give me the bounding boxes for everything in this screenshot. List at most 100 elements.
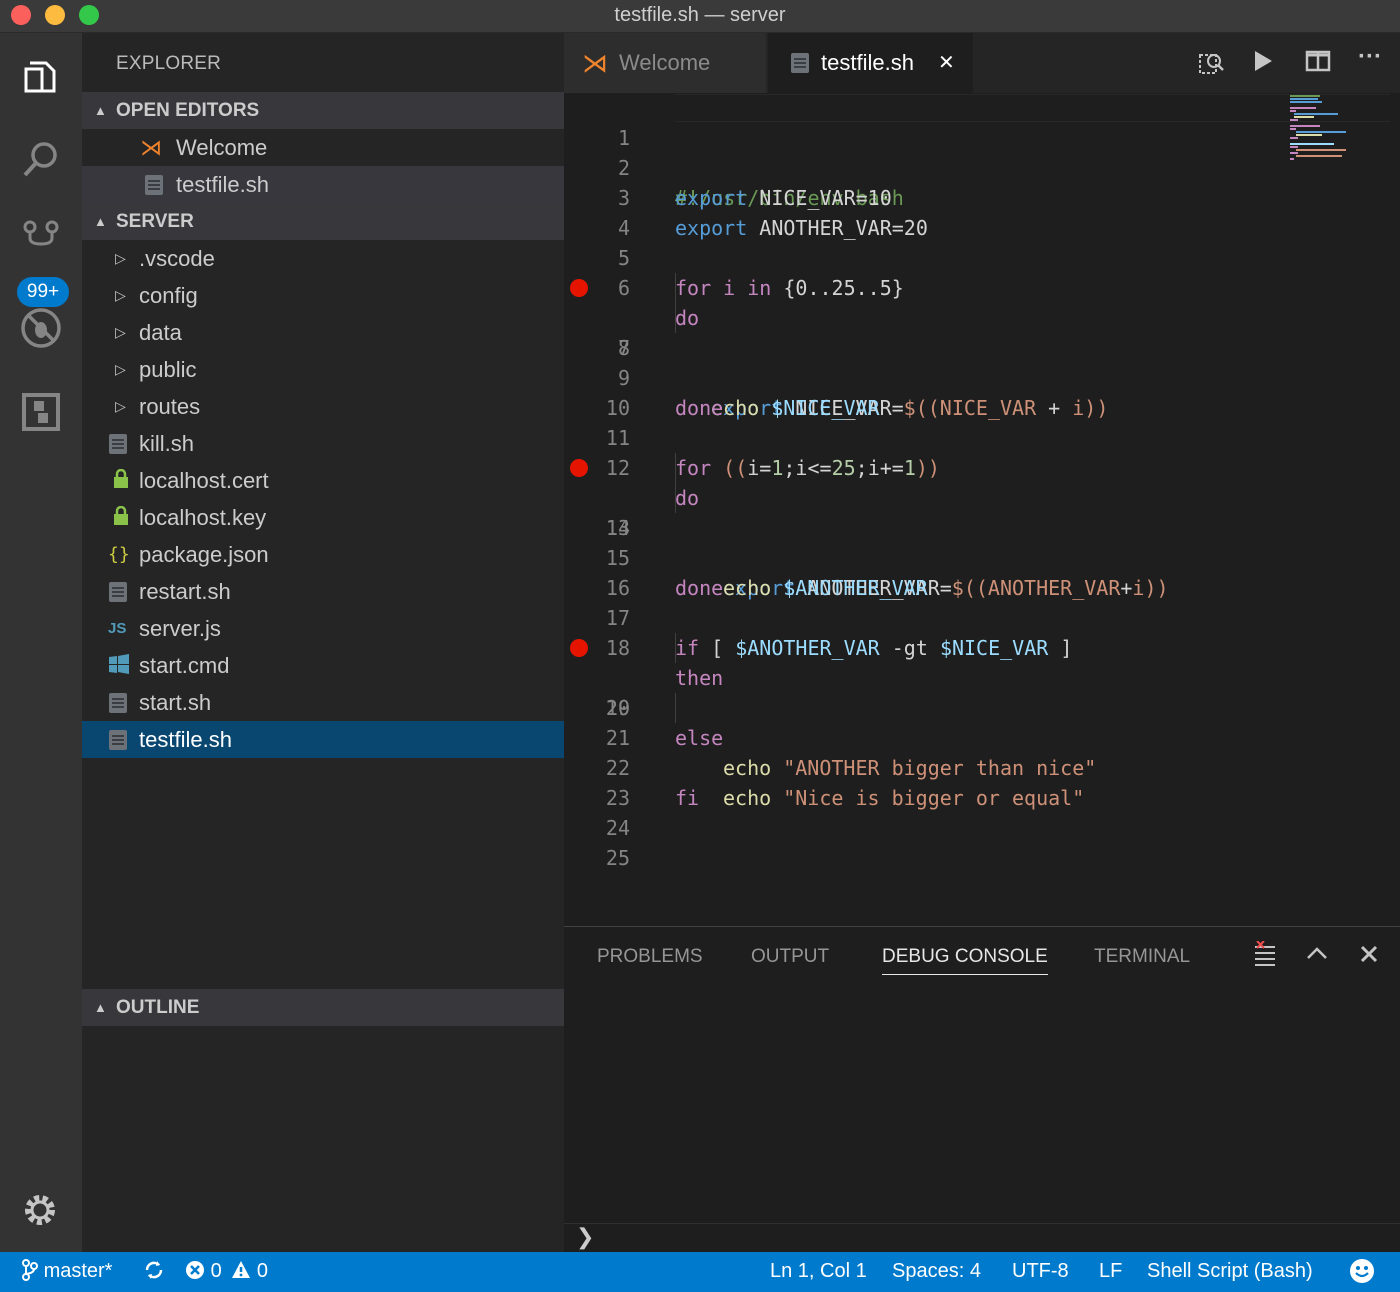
split-editor-icon[interactable] [1305,49,1331,79]
server-folder-header[interactable]: ▲ SERVER [82,203,564,240]
sidebar-title: EXPLORER [116,53,222,74]
open-editors-header[interactable]: ▲ OPEN EDITORS [82,92,564,129]
tab-terminal[interactable]: TERMINAL [1094,946,1190,968]
clear-console-icon[interactable] [1254,940,1276,974]
indentation-status[interactable]: Spaces: 4 [892,1252,981,1290]
error-count: 0 [210,1260,222,1282]
eol-status[interactable]: LF [1099,1252,1122,1290]
branch-name: master* [43,1260,113,1282]
source-control-icon[interactable] [16,213,66,263]
code-editor[interactable]: 1 #!/usr/bin/env bash 2 export NICE_VAR=… [564,93,1400,926]
current-line-highlight [675,94,1390,122]
tab-problems[interactable]: PROBLEMS [597,946,703,968]
folder-label: data [139,320,182,345]
debug-icon[interactable] [16,303,66,353]
tab-output[interactable]: OUTPUT [751,946,829,968]
maximize-panel-icon[interactable] [1305,941,1329,972]
folder-label: .vscode [139,246,215,271]
file-label: restart.sh [139,579,231,604]
code-line: 1 #!/usr/bin/env bash [564,93,1400,210]
warning-icon [232,1261,251,1278]
tab-welcome[interactable]: ⋊ Welcome [564,33,766,93]
folder-item-public[interactable]: ▷ public [82,351,564,388]
breakpoint-icon[interactable] [570,279,588,297]
code-line: 20 else [564,663,1400,750]
debug-console-input[interactable]: ❯ [564,1223,1400,1253]
line-number: 25 [605,846,630,870]
code-line: 7 export NICE_VAR=$((NICE_VAR + i)) [564,273,1400,420]
open-editor-item-testfile[interactable]: testfile.sh [82,166,564,203]
breakpoint-icon[interactable] [570,459,588,477]
vscode-icon: ⋊ [582,48,608,78]
code-line: 12 do [564,423,1400,510]
code-line: 23 [564,753,1400,810]
vscode-icon: ⋊ [140,135,162,160]
outline-header[interactable]: ▲ OUTLINE [82,989,564,1026]
branch-status[interactable]: master* [22,1252,112,1290]
indent-guide [675,483,676,513]
file-label: package.json [139,542,269,567]
editor-area: ⋊ Welcome testfile.sh ✕ ··· 1 #!/usr/bin… [564,33,1400,926]
file-item-start-sh[interactable]: start.sh [82,684,564,721]
code-line: 9 done [564,333,1400,420]
file-icon [109,582,127,602]
gear-icon[interactable] [16,1185,66,1235]
chevron-right-icon: ▷ [115,361,126,377]
breakpoint-icon[interactable] [570,639,588,657]
encoding-status[interactable]: UTF-8 [1012,1252,1069,1290]
run-icon[interactable] [1252,49,1274,79]
code-line: 3 export ANOTHER_VAR=20 [564,153,1400,240]
file-icon [791,53,809,73]
folder-label: routes [139,394,201,419]
code-line: 21 echo "Nice is bigger or equal" [564,693,1400,810]
file-label: server.js [139,616,221,641]
folder-item-vscode[interactable]: ▷ .vscode [82,240,564,277]
windows-icon [109,647,129,684]
file-item-package-json[interactable]: {} package.json [82,536,564,573]
file-label: localhost.cert [139,468,269,493]
indent-guide [675,303,676,333]
file-item-restart[interactable]: restart.sh [82,573,564,610]
cursor-position[interactable]: Ln 1, Col 1 [770,1252,867,1290]
code-line: 19 echo "ANOTHER bigger than nice" [564,633,1400,780]
explorer-icon[interactable] [16,51,66,101]
chevron-right-icon: ▷ [115,287,126,303]
open-editor-label: testfile.sh [176,172,269,197]
file-icon [109,693,127,713]
file-item-start-cmd[interactable]: start.cmd [82,647,564,684]
sync-icon[interactable] [143,1252,165,1290]
feedback-smiley-icon[interactable] [1349,1258,1375,1292]
collapse-triangle-icon: ▲ [94,103,107,118]
code-line: 22 fi [564,723,1400,810]
tab-testfile[interactable]: testfile.sh ✕ [768,33,973,93]
extensions-icon[interactable] [16,387,66,437]
close-panel-icon[interactable] [1359,941,1379,972]
file-item-localhost-cert[interactable]: localhost.cert [82,462,564,499]
console-prompt-icon: ❯ [576,1224,595,1249]
code-line: 25 [564,813,1400,870]
file-label: testfile.sh [139,727,232,752]
file-label: start.cmd [139,653,230,678]
folder-item-config[interactable]: ▷ config [82,277,564,314]
file-item-kill[interactable]: kill.sh [82,425,564,462]
code-line: 24 [564,783,1400,840]
open-changes-icon[interactable] [1198,49,1224,81]
problems-status[interactable]: 0 0 [185,1252,268,1290]
tab-debug-console[interactable]: DEBUG CONSOLE [882,946,1048,975]
more-actions-icon[interactable]: ··· [1358,43,1382,71]
code-line: 10 [564,363,1400,420]
search-icon[interactable] [16,135,66,185]
indent-guide [675,453,676,483]
chevron-right-icon: ▷ [115,398,126,414]
git-branch-icon [22,1259,38,1281]
file-item-testfile[interactable]: testfile.sh [82,721,564,758]
code-line: 17 if [ $ANOTHER_VAR -gt $NICE_VAR ] [564,573,1400,660]
file-item-localhost-key[interactable]: localhost.key [82,499,564,536]
close-icon[interactable]: ✕ [938,33,955,93]
language-mode[interactable]: Shell Script (Bash) [1147,1252,1313,1290]
code-line: 14 echo $ANOTHER_VAR [564,483,1400,600]
folder-item-routes[interactable]: ▷ routes [82,388,564,425]
file-item-server-js[interactable]: JS server.js [82,610,564,647]
folder-item-data[interactable]: ▷ data [82,314,564,351]
open-editor-item-welcome[interactable]: ⋊ Welcome [82,129,564,166]
